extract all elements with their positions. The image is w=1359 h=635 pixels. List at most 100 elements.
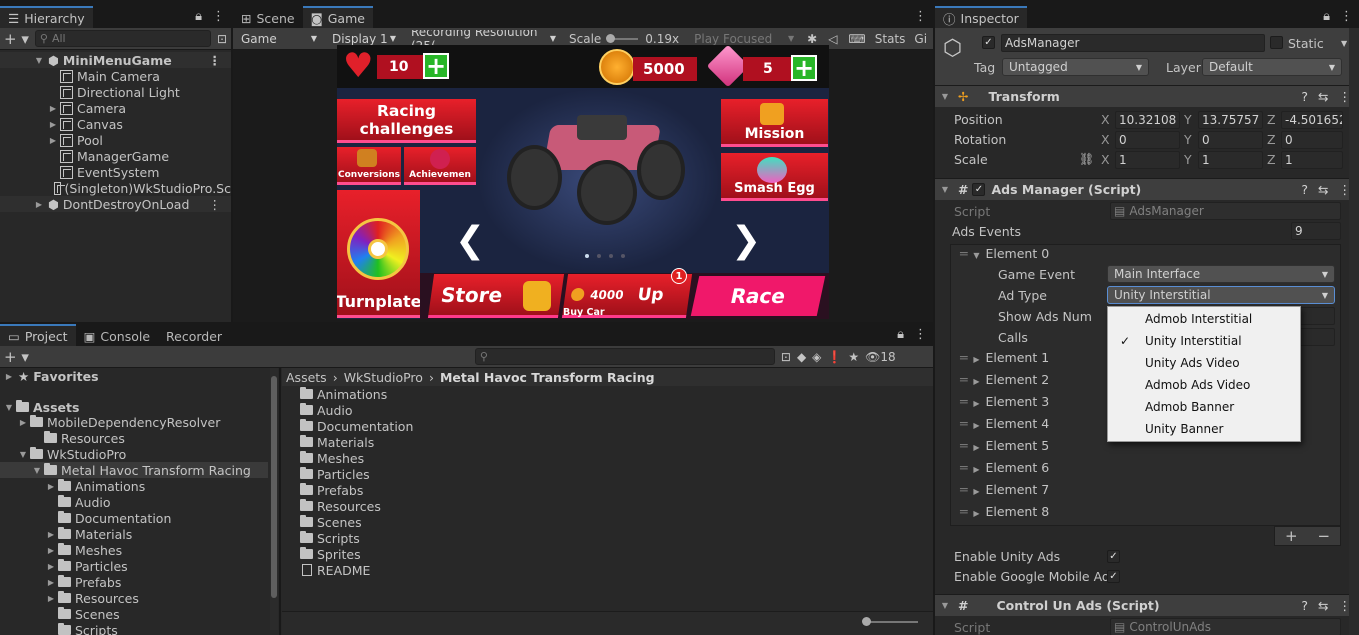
drag-handle-icon[interactable]: ═ (960, 350, 972, 365)
expand-arrow[interactable]: ▼ (34, 56, 44, 65)
expand-arrow[interactable]: ▶ (46, 546, 56, 555)
hierarchy-item[interactable]: ▶ Camera (0, 100, 231, 116)
scale-y-field[interactable]: 1 (1198, 151, 1263, 169)
help-icon[interactable]: ? (1301, 598, 1308, 613)
kebab-menu-icon[interactable]: ⋮ (209, 53, 222, 68)
enable-google-ads-checkbox[interactable]: ✓ (1107, 570, 1120, 583)
project-file-item[interactable]: README (298, 562, 598, 578)
project-file-item[interactable]: Particles (298, 466, 598, 482)
warning-icon[interactable]: ❗ (827, 350, 842, 364)
project-search[interactable]: ⚲ (474, 348, 775, 365)
kebab-menu-icon[interactable]: ⋮ (1340, 9, 1353, 24)
enable-unity-ads-checkbox[interactable]: ✓ (1107, 550, 1120, 563)
search-by-type-icon[interactable]: ⊡ (781, 350, 791, 364)
drag-handle-icon[interactable]: ═ (960, 416, 972, 431)
transform-header[interactable]: ▼ ✢ Transform ? ⇆ ⋮ (935, 85, 1359, 107)
ad-type-option[interactable]: Admob Ads Video (1108, 374, 1300, 396)
layer-dropdown[interactable]: Default ▼ (1202, 58, 1342, 76)
hierarchy-item[interactable]: ▶ Canvas (0, 116, 231, 132)
help-icon[interactable]: ? (1301, 182, 1308, 197)
expand-arrow[interactable]: ▶ (46, 562, 56, 571)
ad-type-option[interactable]: Unity Ads Video (1108, 352, 1300, 374)
add-element-button[interactable]: + (1285, 527, 1298, 545)
project-tree-item[interactable]: ▼ WkStudioPro (0, 446, 268, 462)
hierarchy-item[interactable]: Main Camera (0, 68, 231, 84)
rotation-x-field[interactable]: 0 (1115, 131, 1180, 149)
ads-events-foldout[interactable]: Ads Events (952, 224, 1021, 239)
lock-icon[interactable]: 🔒︎ (195, 9, 202, 24)
project-file-item[interactable]: Resources (298, 498, 598, 514)
element-foldout[interactable]: ═ ▶ Element 4 (960, 416, 1049, 431)
preset-icon[interactable]: ⇆ (1318, 598, 1328, 613)
element0-foldout[interactable]: ═ ▼ Element 0 (960, 246, 1049, 261)
element-foldout[interactable]: ═ ▶ Element 6 (960, 460, 1049, 475)
assets-row[interactable]: ▼ Assets (0, 399, 268, 415)
hierarchy-item[interactable]: ManagerGame (0, 148, 231, 164)
kebab-menu-icon[interactable]: ⋮ (914, 9, 927, 24)
expand-arrow[interactable]: ▼ (4, 403, 14, 412)
arrow-right-icon[interactable]: ❯ (731, 223, 761, 259)
project-tree-item[interactable]: ▼ Metal Havoc Transform Racing (0, 462, 268, 478)
expand-arrow[interactable]: ▼ (940, 185, 950, 194)
tab-console[interactable]: ▣ Console (75, 324, 159, 346)
project-tree-item[interactable]: Resources (0, 430, 268, 446)
project-tree-item[interactable]: Documentation (0, 510, 268, 526)
game-viewport[interactable]: ♥ 10 + 5000 5 + Racing challenges Conver… (337, 45, 829, 319)
element-foldout[interactable]: ═ ▶ Element 7 (960, 482, 1049, 497)
project-tree-item[interactable]: ▶ Animations (0, 478, 268, 494)
project-tree-item[interactable]: ▶ Materials (0, 526, 268, 542)
project-file-item[interactable]: Prefabs (298, 482, 598, 498)
remove-element-button[interactable]: − (1317, 527, 1330, 545)
scene-filter-icon[interactable]: ⊡ (217, 32, 227, 46)
scale-slider[interactable] (606, 33, 639, 43)
add-gems-button[interactable]: + (791, 55, 817, 81)
project-tree-item[interactable]: ▶ Meshes (0, 542, 268, 558)
inspector-tab[interactable]: ⓘ Inspector (935, 6, 1027, 28)
project-file-item[interactable]: Materials (298, 434, 598, 450)
element-foldout[interactable]: ═ ▶ Element 8 (960, 504, 1049, 519)
expand-arrow[interactable]: ▶ (48, 104, 58, 113)
project-file-item[interactable]: Documentation (298, 418, 598, 434)
rotation-y-field[interactable]: 0 (1198, 131, 1263, 149)
expand-arrow[interactable]: ▶ (48, 136, 58, 145)
gizmos-button[interactable]: Gi (914, 32, 927, 46)
favorites-row[interactable]: ▶ ★ Favorites (0, 368, 268, 384)
chevron-down-icon[interactable]: ▼ (1341, 39, 1347, 48)
kebab-menu-icon[interactable]: ⋮ (914, 327, 927, 342)
ad-type-option[interactable]: ✓ Unity Interstitial (1108, 330, 1300, 352)
zoom-slider[interactable] (862, 617, 918, 626)
tab-game[interactable]: ◙ Game (302, 6, 373, 28)
project-file-item[interactable]: Animations (298, 386, 598, 402)
tree-scrollbar[interactable] (270, 368, 278, 630)
position-y-field[interactable]: 13.75757 (1198, 111, 1263, 129)
expand-arrow[interactable]: ▼ (32, 466, 42, 475)
scene-row[interactable]: ▼ ⬢ MiniMenuGame ⋮ (0, 52, 231, 68)
scale-x-field[interactable]: 1 (1115, 151, 1180, 169)
hierarchy-item[interactable]: EventSystem (0, 164, 231, 180)
racing-challenges-button[interactable]: Racing challenges (337, 99, 476, 143)
ad-type-option[interactable]: Admob Interstitial (1108, 308, 1300, 330)
stats-button[interactable]: Stats (875, 32, 906, 46)
hierarchy-item[interactable]: Directional Light (0, 84, 231, 100)
expand-arrow[interactable]: ▶ (4, 372, 14, 381)
events-count-field[interactable]: 9 (1291, 222, 1341, 240)
star-icon[interactable]: ★ (848, 350, 859, 364)
inspector-scrollbar[interactable] (1349, 28, 1359, 635)
help-icon[interactable]: ? (1301, 89, 1308, 104)
component-enabled-checkbox[interactable]: ✓ (972, 183, 986, 196)
drag-handle-icon[interactable]: ═ (960, 438, 972, 453)
element-foldout[interactable]: ═ ▶ Element 3 (960, 394, 1049, 409)
lock-icon[interactable]: 🔒︎ (1323, 9, 1330, 24)
breadcrumb-wkstudiopro[interactable]: WkStudioPro (344, 370, 423, 385)
add-lives-button[interactable]: + (423, 53, 449, 79)
control-un-ads-header[interactable]: ▼ # Control Un Ads (Script) ? ⇆ ⋮ (935, 594, 1359, 616)
project-file-item[interactable]: Scenes (298, 514, 598, 530)
drag-handle-icon[interactable]: ═ (960, 460, 972, 475)
expand-arrow[interactable]: ▶ (46, 482, 56, 491)
position-x-field[interactable]: 10.32108 (1115, 111, 1180, 129)
project-tree-item[interactable]: Scenes (0, 606, 268, 622)
lock-icon[interactable]: 🔒︎ (897, 327, 904, 342)
drag-handle-icon[interactable]: ═ (960, 246, 972, 261)
drag-handle-icon[interactable]: ═ (960, 504, 972, 519)
hierarchy-item[interactable]: (Singleton)WkStudioPro.Sc (0, 180, 231, 196)
